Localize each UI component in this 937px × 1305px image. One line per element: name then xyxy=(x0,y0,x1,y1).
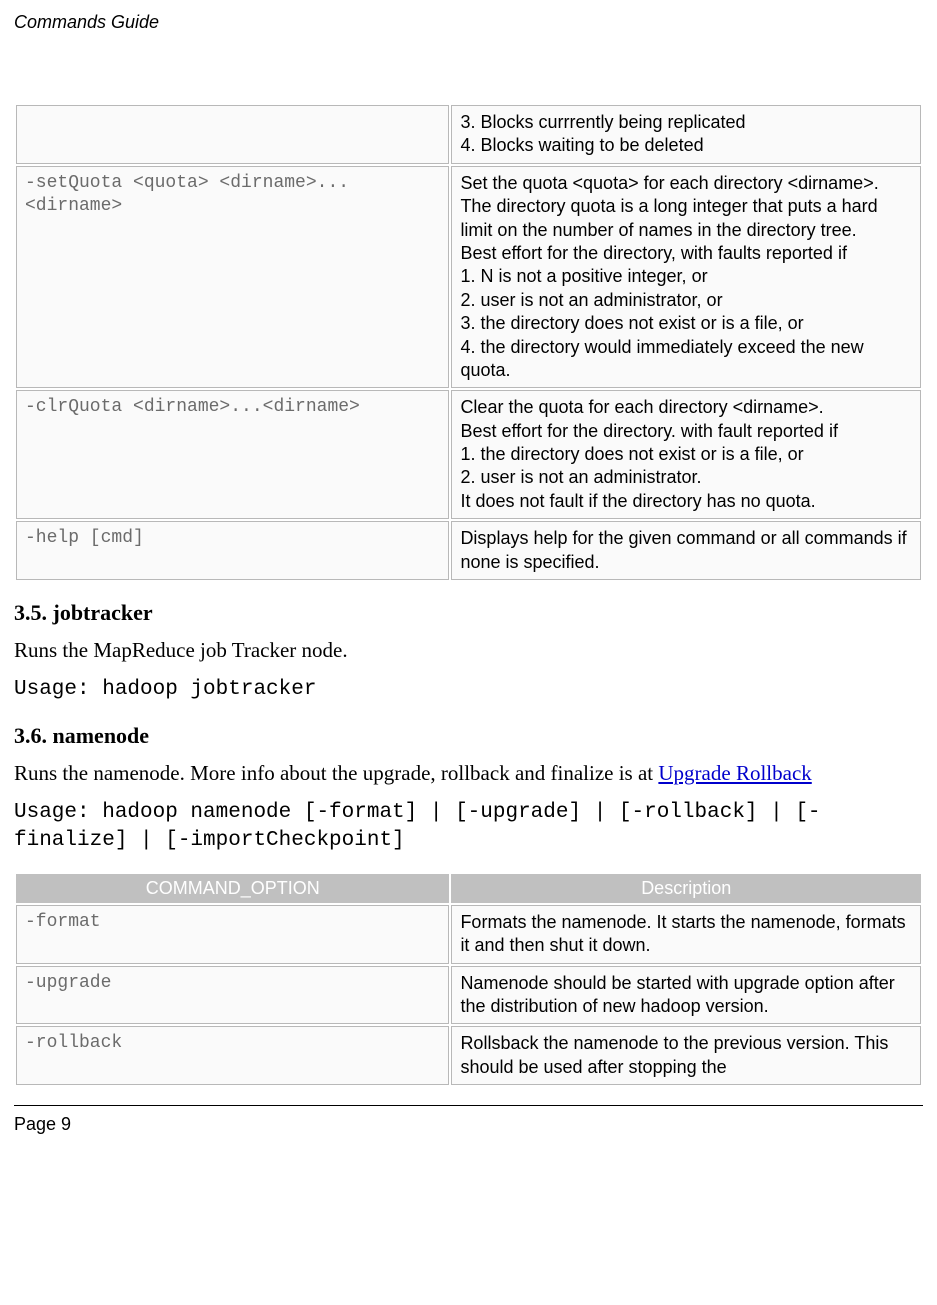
command-cell: -help [cmd] xyxy=(16,521,449,580)
command-cell: -setQuota <quota> <dirname>...<dirname> xyxy=(16,166,449,389)
upgrade-rollback-link[interactable]: Upgrade Rollback xyxy=(658,761,811,785)
description-cell: 3. Blocks currrently being replicated 4.… xyxy=(451,105,921,164)
namenode-options-table: COMMAND_OPTION Description -format Forma… xyxy=(14,872,923,1087)
document-header: Commands Guide xyxy=(14,12,923,33)
table-row: -setQuota <quota> <dirname>...<dirname> … xyxy=(16,166,921,389)
section-body: Runs the namenode. More info about the u… xyxy=(14,759,923,787)
table-row: -clrQuota <dirname>...<dirname> Clear th… xyxy=(16,390,921,519)
section-heading-namenode: 3.6. namenode xyxy=(14,723,923,749)
table-row: -format Formats the namenode. It starts … xyxy=(16,905,921,964)
table-row: -help [cmd] Displays help for the given … xyxy=(16,521,921,580)
command-cell: -clrQuota <dirname>...<dirname> xyxy=(16,390,449,519)
description-cell: Formats the namenode. It starts the name… xyxy=(451,905,921,964)
table-row: -rollback Rollsback the namenode to the … xyxy=(16,1026,921,1085)
description-cell: Clear the quota for each directory <dirn… xyxy=(451,390,921,519)
footer-rule: Page 9 xyxy=(14,1105,923,1135)
command-cell xyxy=(16,105,449,164)
description-cell: Set the quota <quota> for each directory… xyxy=(451,166,921,389)
usage-line: Usage: hadoop namenode [-format] | [-upg… xyxy=(14,799,923,856)
page-number: Page 9 xyxy=(14,1114,923,1135)
usage-line: Usage: hadoop jobtracker xyxy=(14,676,923,704)
table-header-row: COMMAND_OPTION Description xyxy=(16,874,921,903)
table-row: 3. Blocks currrently being replicated 4.… xyxy=(16,105,921,164)
section-body: Runs the MapReduce job Tracker node. xyxy=(14,636,923,664)
column-header-description: Description xyxy=(451,874,921,903)
command-cell: -upgrade xyxy=(16,966,449,1025)
command-cell: -rollback xyxy=(16,1026,449,1085)
description-cell: Displays help for the given command or a… xyxy=(451,521,921,580)
body-text: Runs the namenode. More info about the u… xyxy=(14,761,658,785)
description-cell: Rollsback the namenode to the previous v… xyxy=(451,1026,921,1085)
description-cell: Namenode should be started with upgrade … xyxy=(451,966,921,1025)
command-cell: -format xyxy=(16,905,449,964)
options-table-continued: 3. Blocks currrently being replicated 4.… xyxy=(14,103,923,582)
column-header-command: COMMAND_OPTION xyxy=(16,874,449,903)
section-heading-jobtracker: 3.5. jobtracker xyxy=(14,600,923,626)
table-row: -upgrade Namenode should be started with… xyxy=(16,966,921,1025)
